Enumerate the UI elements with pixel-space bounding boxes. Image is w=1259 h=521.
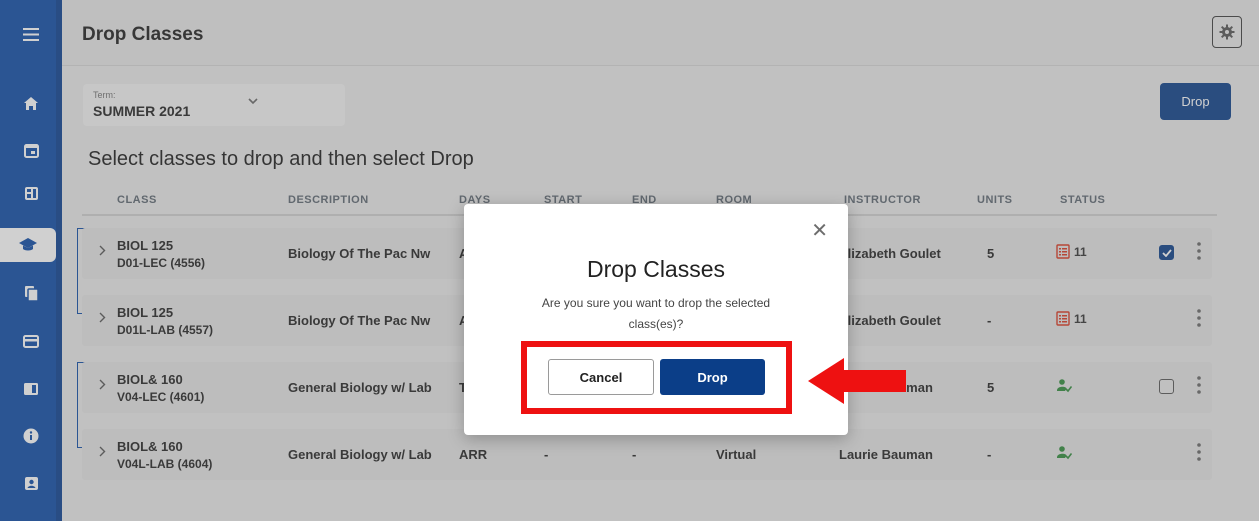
app-window: Drop Classes Term: SUMMER 2021 Drop Sele… xyxy=(0,0,1259,521)
dialog-title: Drop Classes xyxy=(586,256,726,282)
annotation-highlight-box xyxy=(521,341,792,414)
annotation-arrow-icon xyxy=(808,358,906,404)
close-icon[interactable]: ✕ xyxy=(811,218,828,243)
dialog-message: Are you sure you want to drop the select… xyxy=(541,296,771,331)
